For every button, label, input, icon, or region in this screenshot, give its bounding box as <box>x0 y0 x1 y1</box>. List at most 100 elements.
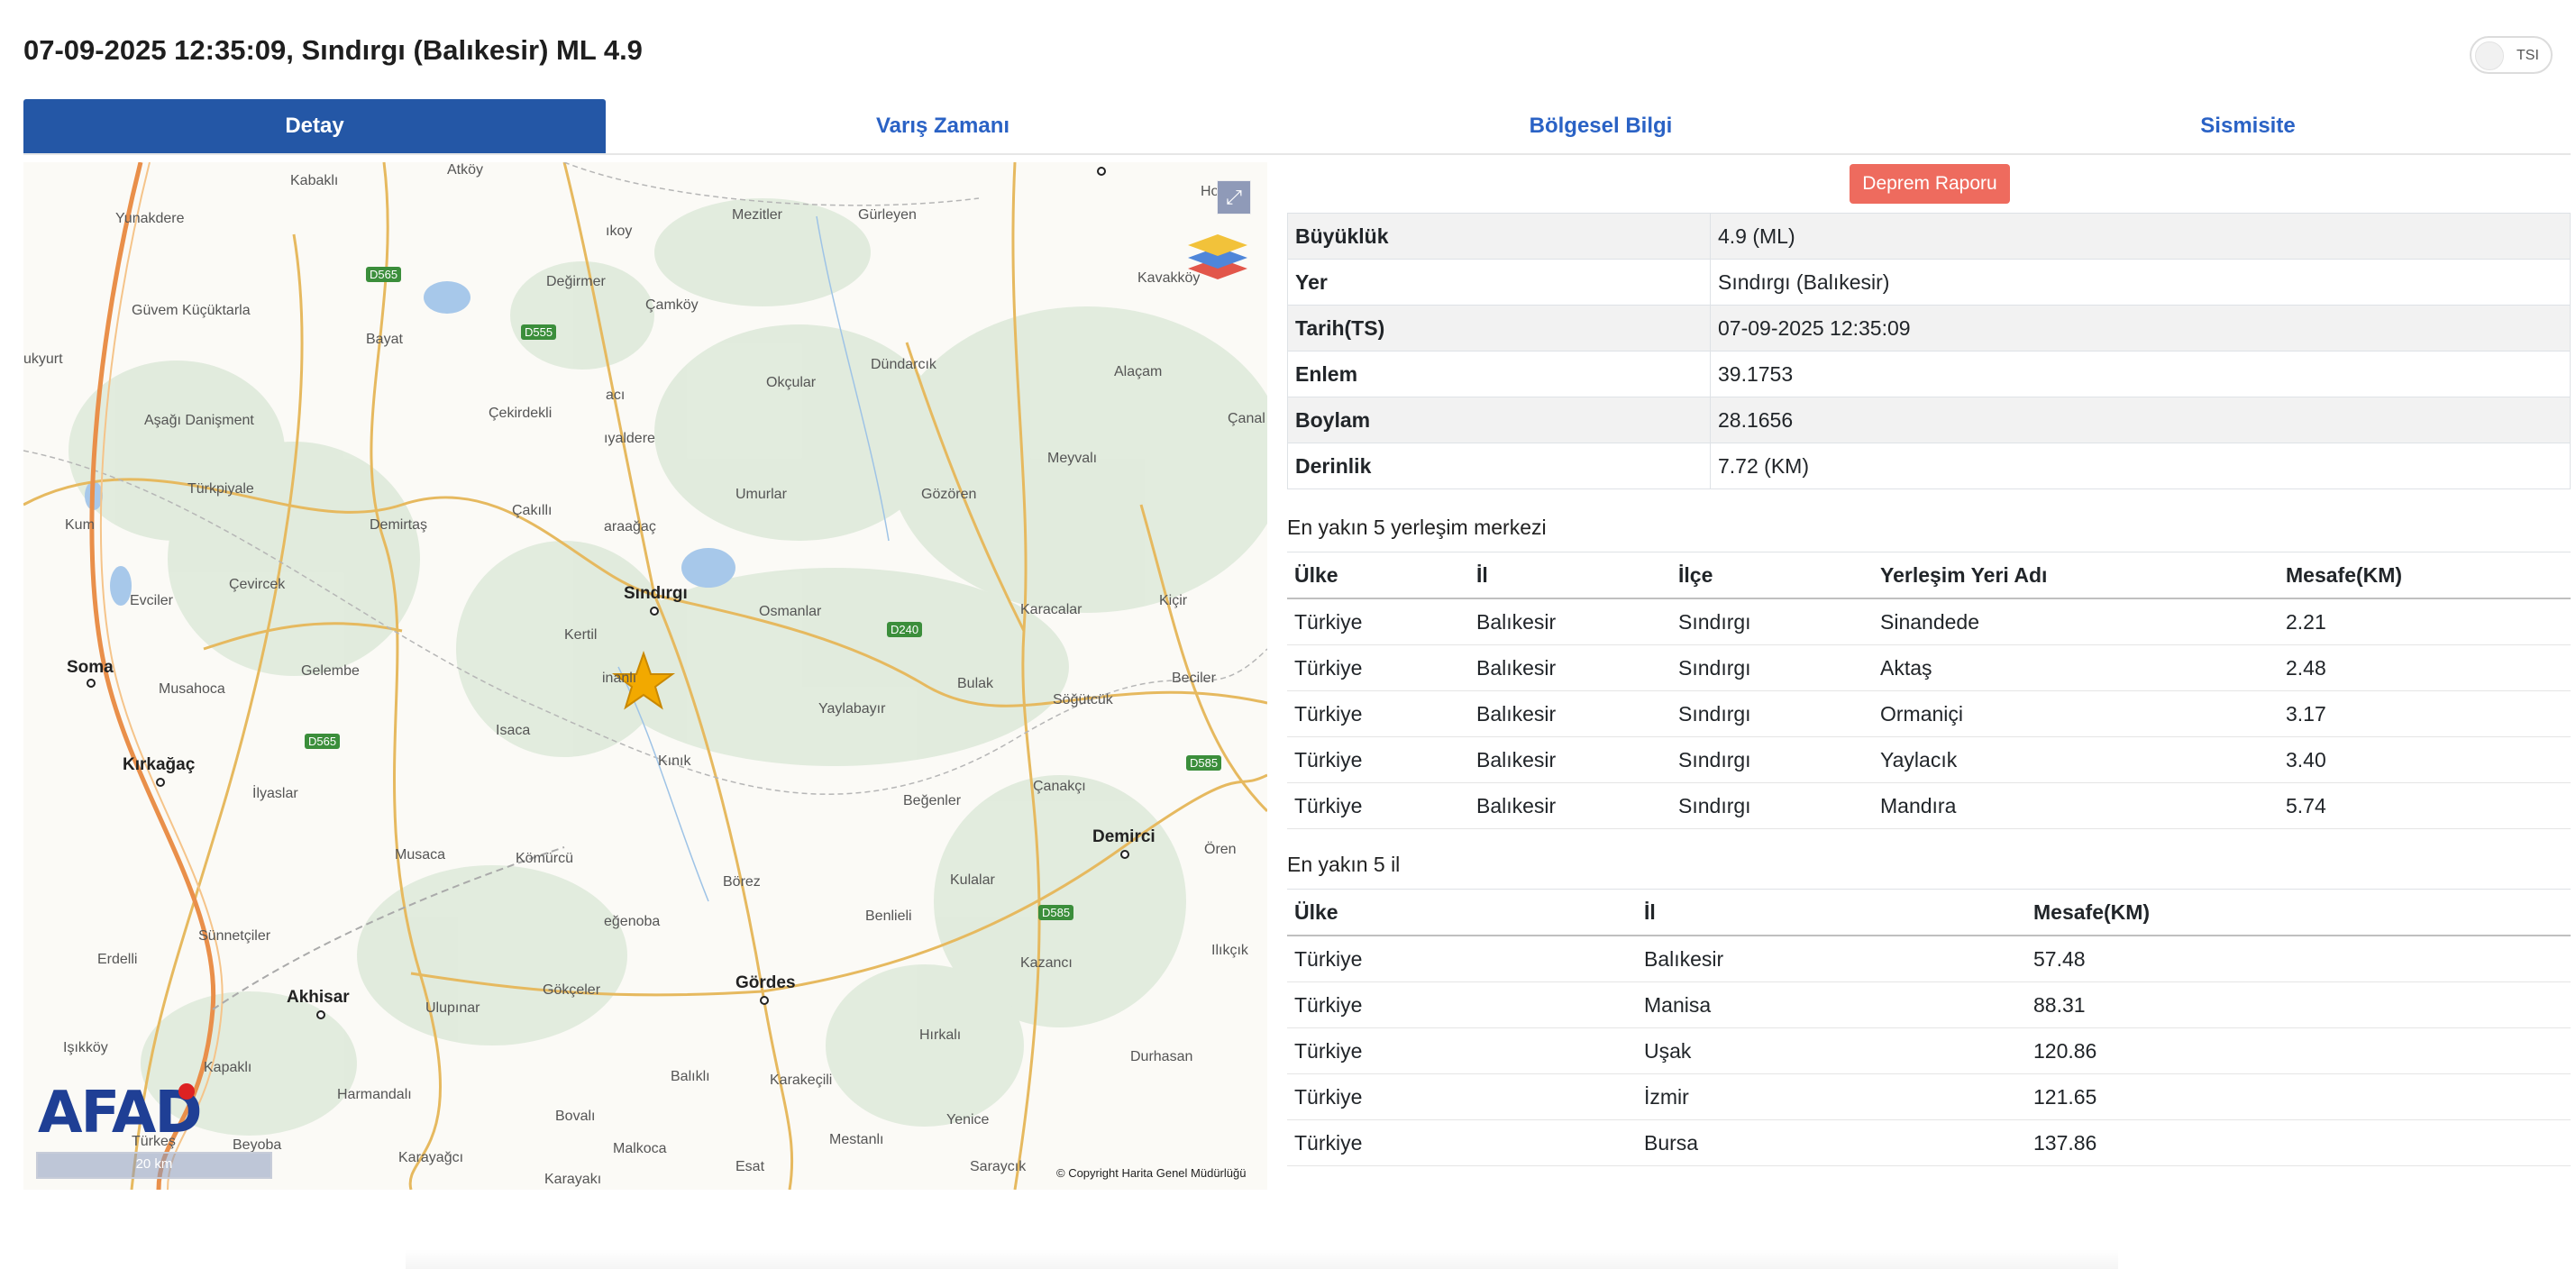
table-row: Türkiye Balıkesir Sındırgı Sinandede 2.21 <box>1287 598 2571 645</box>
map-place: Mestanlı <box>829 1132 884 1147</box>
map-place: Esat <box>735 1159 765 1174</box>
map-place: Benlieli <box>865 908 912 924</box>
detail-key: Boylam <box>1287 397 1711 443</box>
map-place: Işıkköy <box>63 1040 108 1055</box>
tab-detay[interactable]: Detay <box>23 99 606 153</box>
cell: Sındırgı <box>1671 644 1873 691</box>
map-place: Okçular <box>766 375 817 390</box>
settlements-heading: En yakın 5 yerleşim merkezi <box>1287 516 1547 539</box>
cell: Ormaniçi <box>1873 690 2279 737</box>
cell: 2.48 <box>2279 644 2571 691</box>
map-place: eğenoba <box>604 914 661 929</box>
detail-key: Enlem <box>1287 351 1711 397</box>
cell: Türkiye <box>1287 736 1469 783</box>
cell: Türkiye <box>1287 981 1637 1028</box>
map-place: Türkpiyale <box>187 481 254 497</box>
map-place: Saraycık <box>970 1159 1027 1174</box>
cell: 3.17 <box>2279 690 2571 737</box>
map-place: Bulak <box>957 676 994 691</box>
map-place: Ören <box>1204 842 1237 857</box>
tab-sismisite[interactable]: Sismisite <box>1925 99 2571 153</box>
turkey-flag-icon <box>178 1083 195 1100</box>
map-place: Erdelli <box>97 952 138 967</box>
cell: Mandıra <box>1873 782 2279 829</box>
cell: Türkiye <box>1287 936 1637 982</box>
map-place: Musahoca <box>159 681 225 697</box>
toggle-label: TSI <box>2517 48 2539 63</box>
map-city: Sındırgı <box>624 584 688 603</box>
road-label: D555 <box>521 324 557 340</box>
table-row: Türkiye Balıkesir Sındırgı Yaylacık 3.40 <box>1287 736 2571 783</box>
detail-value: Sındırgı (Balıkesir) <box>1710 259 2571 306</box>
map-place: Musaca <box>395 847 446 863</box>
map-place: Isaca <box>496 723 531 738</box>
cell: Balıkesir <box>1469 736 1671 783</box>
cell: Yaylacık <box>1873 736 2279 783</box>
map-city: Gördes <box>735 973 796 992</box>
map-place: Kulalar <box>950 872 995 888</box>
map-place: Gelembe <box>301 663 360 679</box>
cell: Aktaş <box>1873 644 2279 691</box>
map-place: Mezitler <box>732 207 783 223</box>
fullscreen-button[interactable]: ⤢ <box>1217 180 1251 215</box>
table-row: Türkiye Manisa 88.31 <box>1287 981 2571 1028</box>
settlements-table: Ülke İl İlçe Yerleşim Yeri Adı Mesafe(KM… <box>1287 552 2571 829</box>
map-place: Gökçeler <box>543 982 601 998</box>
map-place: Söğütcük <box>1053 692 1113 708</box>
map-place: Çekirdekli <box>489 406 553 421</box>
map-place: ukyurt <box>23 351 63 367</box>
column-header: Ülke <box>1287 889 1637 936</box>
map-place: Gürleyen <box>858 207 917 223</box>
map-copyright: © Copyright Harita Genel Müdürlüğü <box>1056 1166 1247 1180</box>
expand-icon: ⤢ <box>1226 186 1242 208</box>
table-row: Türkiye Uşak 120.86 <box>1287 1027 2571 1074</box>
map-place: Yunakdere <box>115 211 185 226</box>
table-row: Türkiye Balıkesir Sındırgı Mandıra 5.74 <box>1287 782 2571 829</box>
road-label: D565 <box>366 267 402 282</box>
table-row: Tarih(TS) 07-09-2025 12:35:09 <box>1287 305 2571 351</box>
column-header: İl <box>1637 889 2026 936</box>
cell: Balıkesir <box>1469 644 1671 691</box>
road-label: D240 <box>887 622 923 637</box>
road-label: D565 <box>305 734 341 749</box>
map-place: Ulupınar <box>425 1000 480 1016</box>
map-city: Kırkağaç <box>123 755 196 774</box>
cell: 2.21 <box>2279 598 2571 645</box>
map-place: Karacalar <box>1020 602 1082 617</box>
map-place: Yenice <box>946 1112 990 1127</box>
tab-varis-zamani[interactable]: Varış Zamanı <box>618 99 1267 153</box>
table-row: Türkiye Balıkesir Sındırgı Aktaş 2.48 <box>1287 644 2571 691</box>
detail-key: Yer <box>1287 259 1711 306</box>
table-row: Yer Sındırgı (Balıkesir) <box>1287 259 2571 306</box>
map-place: inanlı <box>602 671 637 686</box>
tab-bolgesel-bilgi[interactable]: Bölgesel Bilgi <box>1276 99 1925 153</box>
map-place: Sünnetçiler <box>198 928 271 944</box>
cell: Sinandede <box>1873 598 2279 645</box>
cell: Sındırgı <box>1671 598 1873 645</box>
earthquake-report-button[interactable]: Deprem Raporu <box>1850 164 2010 204</box>
map-place: Güvem Küçüktarla <box>132 303 251 318</box>
column-header: İlçe <box>1671 552 1873 599</box>
map-place: Harmandalı <box>337 1087 412 1102</box>
detail-value: 7.72 (KM) <box>1710 443 2571 489</box>
cell: 3.40 <box>2279 736 2571 783</box>
detail-value: 39.1753 <box>1710 351 2571 397</box>
toggle-knob[interactable] <box>2475 41 2504 70</box>
layers-icon <box>1188 234 1247 279</box>
map-place: Kertil <box>564 627 598 643</box>
earthquake-map[interactable]: Atköy Kabaklı Yunakdere Mezitler Gürleye… <box>23 162 1267 1190</box>
column-header: Ülke <box>1287 552 1469 599</box>
map-place: Ilıkçık <box>1211 943 1248 958</box>
column-header: Mesafe(KM) <box>2279 552 2571 599</box>
map-place: Atköy <box>447 162 484 178</box>
road-label: D585 <box>1038 905 1074 920</box>
detail-value: 28.1656 <box>1710 397 2571 443</box>
tsi-toggle[interactable]: TSI <box>2470 36 2553 74</box>
table-header-row: Ülke İl İlçe Yerleşim Yeri Adı Mesafe(KM… <box>1287 552 2571 599</box>
detail-key: Büyüklük <box>1287 213 1711 260</box>
map-place: Değirmer <box>546 274 606 289</box>
map-place: Hırkalı <box>919 1027 962 1043</box>
cell: 137.86 <box>2026 1119 2571 1166</box>
map-place: Dündarcık <box>871 357 936 372</box>
map-place: ıyaldere <box>604 431 655 446</box>
